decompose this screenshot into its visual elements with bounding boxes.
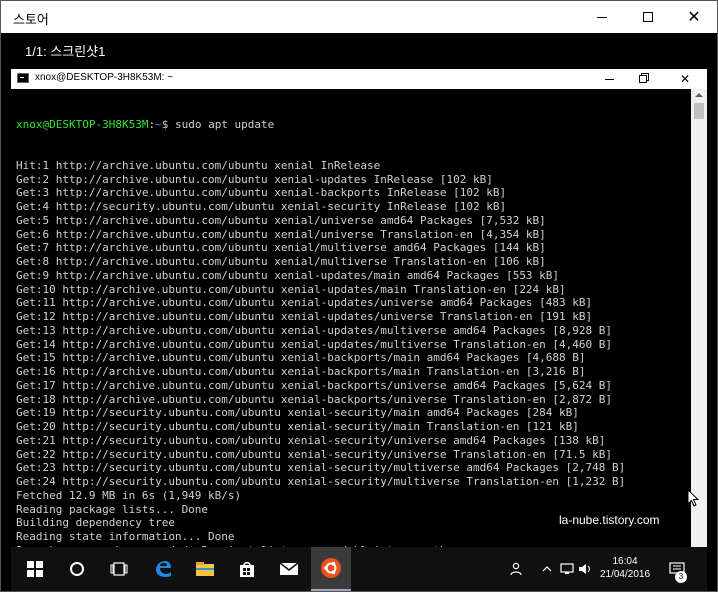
- terminal-minimize-button[interactable]: [593, 69, 625, 89]
- taskbar-store[interactable]: [227, 547, 267, 591]
- terminal-output-line: Get:20 http://security.ubuntu.com/ubuntu…: [16, 420, 579, 433]
- terminal-output-line: Get:22 http://security.ubuntu.com/ubuntu…: [16, 447, 613, 461]
- terminal-output-line: Hit:1 http://archive.ubuntu.com/ubuntu x…: [16, 158, 381, 172]
- ubuntu-icon: [321, 558, 341, 578]
- terminal-output[interactable]: xnox@DESKTOP-3H8K53M:~$ sudo apt update …: [11, 89, 691, 591]
- mouse-pointer-icon: [687, 489, 699, 507]
- close-icon: ✕: [679, 72, 691, 86]
- terminal-output-line: Get:2 http://archive.ubuntu.com/ubuntu x…: [16, 172, 493, 186]
- taskbar-edge[interactable]: [143, 547, 183, 591]
- tray-overflow-button[interactable]: [539, 547, 555, 591]
- taskbar-ubuntu[interactable]: [311, 547, 351, 591]
- watermark: la-nube.tistory.com: [559, 513, 660, 527]
- command-text: sudo apt update: [174, 117, 275, 131]
- scroll-up-arrow-icon[interactable]: [695, 93, 703, 97]
- terminal-title: xnox@DESKTOP-3H8K53M: ~: [35, 72, 174, 83]
- restore-icon: [639, 75, 647, 83]
- maximize-icon: [643, 12, 653, 22]
- terminal-output-line: Get:4 http://security.ubuntu.com/ubuntu …: [16, 200, 507, 213]
- terminal-output-line: Get:24 http://security.ubuntu.com/ubuntu…: [16, 475, 626, 488]
- terminal-restore-button[interactable]: [627, 69, 659, 89]
- search-button[interactable]: [57, 547, 97, 591]
- people-icon: [510, 562, 522, 576]
- taskbar-mail[interactable]: [269, 547, 309, 591]
- terminal-output-line: Get:10 http://archive.ubuntu.com/ubuntu …: [16, 282, 566, 296]
- people-button[interactable]: [505, 547, 529, 591]
- volume-icon: [579, 564, 590, 574]
- terminal-output-line: Get:5 http://archive.ubuntu.com/ubuntu x…: [16, 213, 546, 227]
- start-button[interactable]: [15, 547, 55, 591]
- app-title: 스토어: [13, 12, 49, 27]
- start-icon: [27, 561, 43, 577]
- terminal-output-line: Get:6 http://archive.ubuntu.com/ubuntu x…: [16, 227, 546, 241]
- scroll-thumb[interactable]: [694, 103, 704, 119]
- clock-time: 16:04: [612, 556, 638, 567]
- notification-badge: 3: [675, 571, 687, 583]
- edge-icon: [156, 561, 171, 577]
- mail-icon: [279, 562, 299, 575]
- close-button[interactable]: ✕: [671, 1, 717, 33]
- prompt-path: ~: [155, 117, 162, 131]
- terminal-output-line: Get:9 http://archive.ubuntu.com/ubuntu x…: [16, 268, 560, 282]
- terminal-output-line: Get:19 http://security.ubuntu.com/ubuntu…: [16, 406, 579, 420]
- screenshot-caption: 1/1: 스크린샷1: [25, 44, 106, 59]
- terminal-icon: [17, 73, 29, 83]
- terminal-titlebar: xnox@DESKTOP-3H8K53M: ~ ✕: [11, 69, 707, 89]
- terminal-output-line: Reading state information... Done: [16, 530, 235, 543]
- taskbar-file-explorer[interactable]: [185, 547, 225, 591]
- terminal-output-line: Fetched 12.9 MB in 6s (1,949 kB/s): [16, 488, 242, 502]
- output-lines: Hit:1 http://archive.ubuntu.com/ubuntu x…: [16, 159, 691, 558]
- terminal-output-line: Get:3 http://archive.ubuntu.com/ubuntu x…: [16, 186, 507, 200]
- terminal-output-line: Get:7 http://archive.ubuntu.com/ubuntu x…: [16, 241, 546, 255]
- terminal-output-line: Get:15 http://archive.ubuntu.com/ubuntu …: [16, 351, 586, 365]
- terminal-output-line: Get:16 http://archive.ubuntu.com/ubuntu …: [16, 365, 586, 378]
- prompt-end: $: [161, 117, 175, 131]
- terminal-scrollbar[interactable]: [691, 89, 707, 547]
- screenshot-image: xnox@DESKTOP-3H8K53M: ~ ✕ xnox@DESKTOP-3…: [11, 69, 707, 591]
- terminal-output-line: Get:11 http://archive.ubuntu.com/ubuntu …: [16, 296, 593, 310]
- prompt-user: xnox@DESKTOP-3H8K53M: [16, 117, 149, 131]
- minimize-button[interactable]: [579, 1, 625, 33]
- command-line: xnox@DESKTOP-3H8K53M:~$ sudo apt update: [16, 118, 691, 132]
- terminal-output-line: Get:18 http://archive.ubuntu.com/ubuntu …: [16, 392, 613, 406]
- file-explorer-icon: [196, 562, 214, 576]
- store-app-window: 스토어 ✕ 1/1: 스크린샷1 xnox@DESKTOP-3H8K53M: ~…: [0, 0, 718, 592]
- system-clock[interactable]: 16:04 21/04/2016: [593, 555, 657, 581]
- search-icon: [70, 562, 84, 576]
- terminal-output-line: Get:17 http://archive.ubuntu.com/ubuntu …: [16, 378, 613, 392]
- app-titlebar: 스토어 ✕: [1, 1, 717, 33]
- action-center-button[interactable]: [663, 547, 691, 591]
- clock-date: 21/04/2016: [599, 569, 651, 580]
- taskbar: 16:04 21/04/2016 3: [11, 547, 707, 591]
- terminal-output-line: Get:8 http://archive.ubuntu.com/ubuntu x…: [16, 255, 546, 268]
- close-icon: ✕: [687, 7, 701, 26]
- network-button[interactable]: [559, 547, 575, 591]
- terminal-close-button[interactable]: ✕: [669, 69, 701, 89]
- terminal-output-line: Get:21 http://security.ubuntu.com/ubuntu…: [16, 433, 606, 447]
- store-icon: [240, 562, 254, 577]
- task-view-icon: [110, 562, 128, 576]
- task-view-button[interactable]: [99, 547, 139, 591]
- terminal-output-line: Get:13 http://archive.ubuntu.com/ubuntu …: [16, 323, 613, 337]
- volume-button[interactable]: [577, 547, 593, 591]
- maximize-button[interactable]: [625, 1, 671, 33]
- minimize-icon: [604, 78, 614, 80]
- network-icon: [560, 563, 574, 574]
- terminal-output-line: Get:23 http://security.ubuntu.com/ubuntu…: [16, 461, 626, 475]
- minimize-icon: [597, 16, 607, 18]
- terminal-output-line: Get:14 http://archive.ubuntu.com/ubuntu …: [16, 337, 613, 351]
- terminal-output-line: Get:12 http://archive.ubuntu.com/ubuntu …: [16, 310, 593, 323]
- chevron-up-icon: [542, 566, 552, 572]
